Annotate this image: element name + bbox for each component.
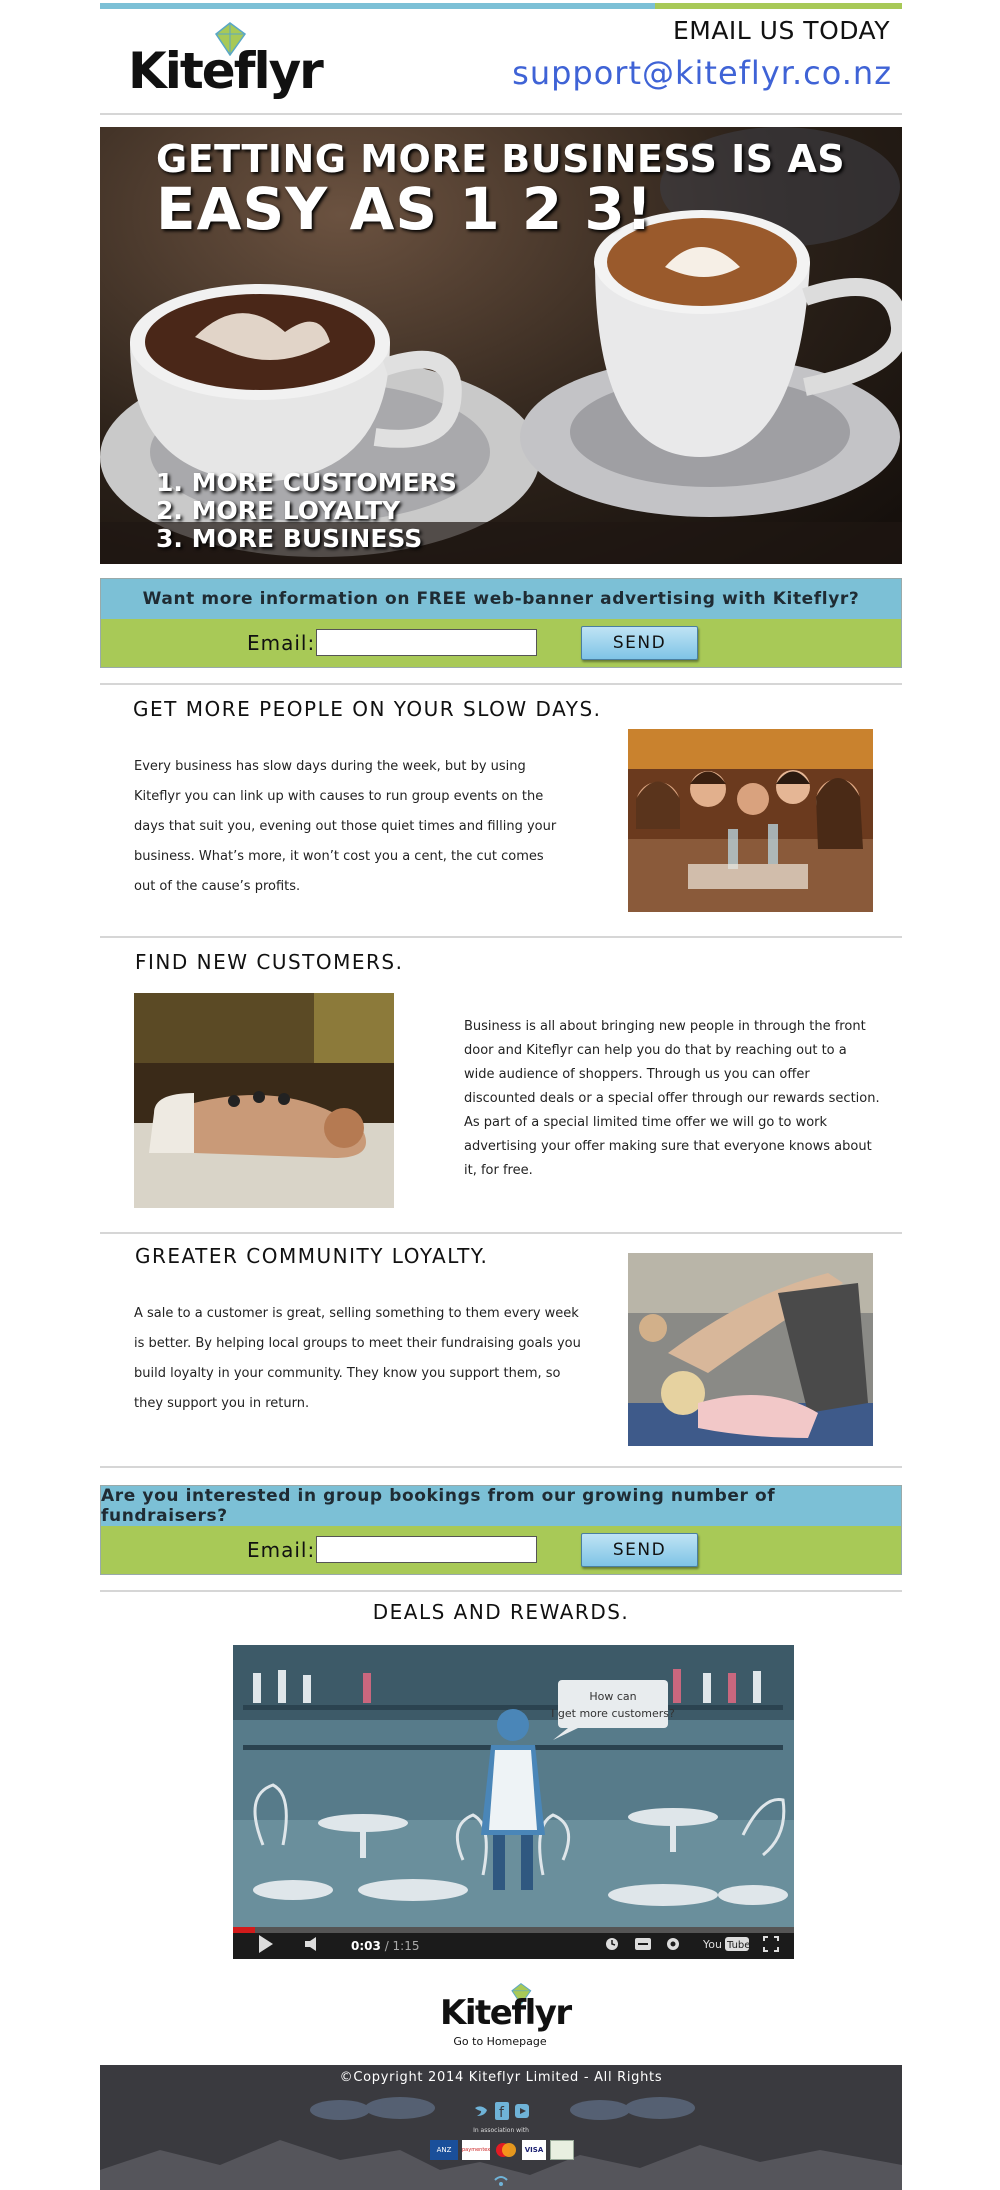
homepage-link[interactable]: Go to Homepage bbox=[450, 2035, 550, 2048]
payment-express-logo: paymentexpress bbox=[462, 2140, 490, 2160]
partner-logo bbox=[550, 2140, 574, 2160]
top-accent-bar bbox=[100, 3, 902, 9]
speech-bubble-line2: I get more customers? bbox=[551, 1707, 675, 1720]
footer: ©Copyright 2014 Kiteflyr Limited - All R… bbox=[100, 2065, 902, 2190]
body-line: days that suit you, evening out those qu… bbox=[134, 819, 557, 834]
body-line: business. What’s more, it won’t cost you… bbox=[134, 849, 544, 864]
email-label: Email: bbox=[247, 631, 316, 655]
divider bbox=[100, 936, 902, 938]
footer-kiteflyr-logo[interactable]: Kiteflyr bbox=[440, 1983, 572, 2038]
email-label: Email: bbox=[247, 1538, 316, 1562]
group-bookings-signup-form: Are you interested in group bookings fro… bbox=[100, 1485, 902, 1575]
svg-text:You: You bbox=[703, 1938, 722, 1951]
accent-bar-blue bbox=[100, 3, 655, 9]
twitter-icon[interactable] bbox=[475, 2106, 487, 2116]
section-body: A sale to a customer is great, selling s… bbox=[134, 1299, 614, 1419]
body-line: Business is all about bringing new peopl… bbox=[464, 1019, 866, 1034]
info-signup-form: Want more information on FREE web-banner… bbox=[100, 578, 902, 668]
section-title: DEALS AND REWARDS. bbox=[372, 1600, 630, 1624]
benefit-item: 2. MORE LOYALTY bbox=[156, 496, 401, 525]
section-body: Every business has slow days during the … bbox=[134, 752, 604, 902]
video-total-time: / 1:15 bbox=[384, 1939, 420, 1953]
divider bbox=[100, 1590, 902, 1592]
video-time: 0:03 / 1:15 bbox=[351, 1939, 420, 1953]
support-email-link[interactable]: support@kiteflyr.co.nz bbox=[512, 54, 892, 92]
video-controls-bar: 0:03 / 1:15 You Tube bbox=[233, 1927, 794, 1959]
body-line: out of the cause’s profits. bbox=[134, 879, 301, 894]
association-text: In association with bbox=[473, 2127, 529, 2134]
friends-toasting-photo bbox=[628, 729, 873, 912]
youtube-logo-icon[interactable]: You Tube bbox=[703, 1936, 749, 1952]
settings-gear-icon[interactable] bbox=[665, 1936, 681, 1952]
body-line: Kiteflyr you can link up with causes to … bbox=[134, 789, 544, 804]
video-frame: How can I get more customers? bbox=[233, 1645, 794, 1927]
play-icon[interactable] bbox=[259, 1935, 273, 1953]
fullscreen-icon[interactable] bbox=[763, 1936, 779, 1952]
divider bbox=[100, 683, 902, 685]
signup-question: Want more information on FREE web-banner… bbox=[101, 579, 901, 619]
partner-logos: ANZ paymentexpress VISA bbox=[430, 2140, 574, 2160]
divider bbox=[100, 1466, 902, 1468]
accent-bar-green bbox=[655, 3, 902, 9]
divider bbox=[100, 113, 902, 115]
body-line: they support you in return. bbox=[134, 1396, 310, 1411]
send-button[interactable]: SEND bbox=[581, 626, 698, 660]
anz-logo: ANZ bbox=[430, 2140, 458, 2160]
svg-text:Tube: Tube bbox=[726, 1940, 749, 1951]
body-line: Every business has slow days during the … bbox=[134, 759, 526, 774]
youtube-icon[interactable] bbox=[515, 2104, 529, 2118]
video-progress-bar[interactable] bbox=[233, 1927, 794, 1933]
section-title: GET MORE PEOPLE ON YOUR SLOW DAYS. bbox=[133, 697, 602, 721]
volume-icon[interactable] bbox=[305, 1937, 321, 1951]
body-line: is better. By helping local groups to me… bbox=[134, 1336, 581, 1351]
video-progress-fill bbox=[233, 1927, 256, 1933]
email-page: Kiteflyr EMAIL US TODAY support@kiteflyr… bbox=[100, 0, 902, 2190]
video-player[interactable]: How can I get more customers? 0:03 / 1:1… bbox=[233, 1645, 794, 1959]
hero-banner: GETTING MORE BUSINESS IS AS EASY AS 1 2 … bbox=[100, 127, 902, 564]
benefits-list: 1. MORE CUSTOMERS 2. MORE LOYALTY 3. MOR… bbox=[156, 469, 457, 553]
kiteflyr-logo[interactable]: Kiteflyr bbox=[128, 22, 324, 102]
email-us-heading: EMAIL US TODAY bbox=[672, 16, 890, 45]
logo-text: Kiteflyr bbox=[440, 1993, 572, 2033]
video-current-time: 0:03 bbox=[351, 1939, 381, 1953]
body-line: wide audience of shoppers. Through us yo… bbox=[464, 1067, 810, 1082]
body-line: build loyalty in your community. They kn… bbox=[134, 1366, 561, 1381]
massage-photo bbox=[134, 993, 394, 1208]
body-line: advertising your offer making sure that … bbox=[464, 1139, 872, 1154]
section-body: Business is all about bringing new peopl… bbox=[464, 1015, 904, 1183]
body-line: As part of a special limited time offer … bbox=[464, 1115, 828, 1130]
email-input[interactable] bbox=[316, 1536, 537, 1563]
section-title: GREATER COMMUNITY LOYALTY. bbox=[135, 1244, 489, 1268]
hero-headline-line2: EASY AS 1 2 3! bbox=[156, 175, 654, 243]
email-input[interactable] bbox=[316, 629, 537, 656]
body-line: discounted deals or a special offer thro… bbox=[464, 1091, 880, 1106]
visa-logo: VISA bbox=[522, 2140, 546, 2160]
watch-later-icon[interactable] bbox=[605, 1937, 619, 1951]
speech-bubble-line1: How can bbox=[589, 1690, 636, 1703]
wifi-icon bbox=[494, 2176, 508, 2186]
body-line: it, for free. bbox=[464, 1163, 533, 1178]
send-button[interactable]: SEND bbox=[581, 1533, 698, 1567]
fitness-class-photo bbox=[628, 1253, 873, 1446]
copyright-text: ©Copyright 2014 Kiteflyr Limited - All R… bbox=[339, 2070, 663, 2085]
body-line: door and Kiteflyr can help you do that b… bbox=[464, 1043, 847, 1058]
mastercard-logo bbox=[494, 2140, 518, 2160]
captions-icon[interactable] bbox=[635, 1938, 651, 1950]
divider bbox=[100, 1232, 902, 1234]
benefit-item: 1. MORE CUSTOMERS bbox=[156, 468, 457, 497]
social-icons: f bbox=[475, 2102, 529, 2121]
facebook-icon[interactable]: f bbox=[495, 2102, 509, 2121]
signup-field-row: Email: SEND bbox=[101, 1526, 901, 1574]
signup-question: Are you interested in group bookings fro… bbox=[101, 1486, 901, 1526]
section-title: FIND NEW CUSTOMERS. bbox=[135, 950, 404, 974]
signup-field-row: Email: SEND bbox=[101, 619, 901, 667]
body-line: A sale to a customer is great, selling s… bbox=[134, 1306, 579, 1321]
benefit-item: 3. MORE BUSINESS bbox=[156, 524, 423, 553]
logo-text: Kiteflyr bbox=[128, 42, 324, 100]
